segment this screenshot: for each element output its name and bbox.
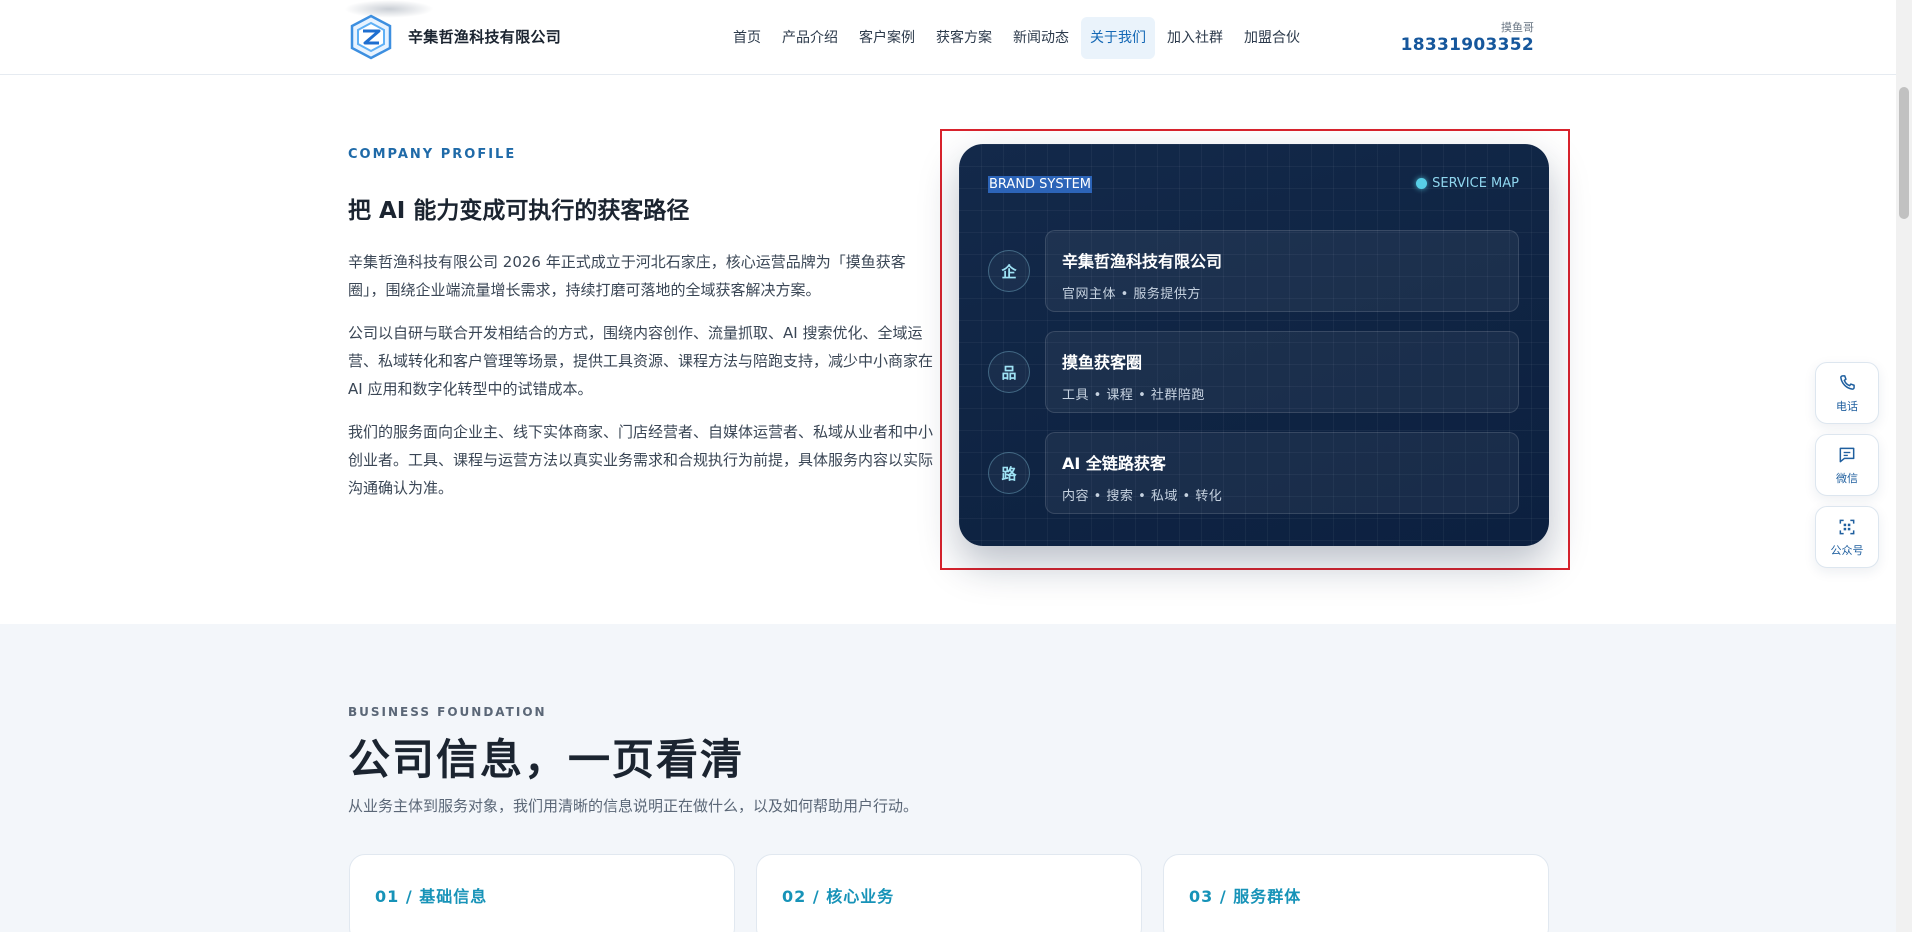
info-card-title: 03 / 服务群体 — [1189, 887, 1302, 906]
row-badge: 路 — [988, 452, 1030, 494]
info-card-audience[interactable]: 03 / 服务群体 — [1163, 854, 1549, 932]
brand-row-subtitle: 工具 • 课程 • 社群陪跑 — [1062, 388, 1205, 403]
brand-name[interactable]: 辛集哲渔科技有限公司 — [408, 26, 561, 47]
profile-eyebrow: COMPANY PROFILE — [348, 147, 517, 162]
nav-about[interactable]: 关于我们 — [1081, 17, 1155, 59]
official-account-float-button[interactable]: 公众号 — [1815, 506, 1879, 568]
nav-products[interactable]: 产品介绍 — [773, 17, 847, 59]
phone-label: 电话 — [1836, 399, 1858, 413]
contact-label: 摸鱼哥 — [1501, 21, 1534, 34]
company-logo-icon[interactable] — [348, 14, 394, 60]
contact-phone[interactable]: 18331903352 — [1401, 35, 1534, 55]
brand-row-title: 辛集哲渔科技有限公司 — [1062, 252, 1223, 271]
qr-scan-icon — [1839, 519, 1855, 534]
info-card-title: 02 / 核心业务 — [782, 887, 895, 906]
nav-cases[interactable]: 客户案例 — [850, 17, 924, 59]
nav-partner[interactable]: 加盟合伙 — [1235, 17, 1309, 59]
service-map-label: SERVICE MAP — [1416, 176, 1519, 191]
brand-row-subtitle: 官网主体 • 服务提供方 — [1062, 287, 1201, 302]
info-card-title: 01 / 基础信息 — [375, 887, 488, 906]
service-map-text: SERVICE MAP — [1432, 176, 1519, 191]
site-header: 辛集哲渔科技有限公司 首页 产品介绍 客户案例 获客方案 新闻动态 关于我们 加… — [0, 0, 1896, 75]
row-badge: 品 — [988, 351, 1030, 393]
foundation-eyebrow: BUSINESS FOUNDATION — [348, 705, 547, 719]
scrollbar-thumb[interactable] — [1899, 87, 1909, 219]
phone-float-button[interactable]: 电话 — [1815, 362, 1879, 424]
brand-row: 辛集哲渔科技有限公司 官网主体 • 服务提供方 — [1045, 230, 1519, 312]
brand-system-tag: BRAND SYSTEM — [988, 176, 1093, 193]
brand-row: 摸鱼获客圈 工具 • 课程 • 社群陪跑 — [1045, 331, 1519, 413]
profile-title: 把 AI 能力变成可执行的获客路径 — [348, 198, 690, 224]
brand-system-card: BRAND SYSTEM SERVICE MAP 企 辛集哲渔科技有限公司 官网… — [959, 144, 1549, 546]
profile-paragraph: 公司以自研与联合开发相结合的方式，围绕内容创作、流量抓取、AI 搜索优化、全域运… — [348, 324, 934, 398]
info-card-basic[interactable]: 01 / 基础信息 — [349, 854, 735, 932]
wechat-label: 微信 — [1836, 471, 1858, 485]
nav-community[interactable]: 加入社群 — [1158, 17, 1232, 59]
nav-news[interactable]: 新闻动态 — [1004, 17, 1078, 59]
profile-paragraph: 我们的服务面向企业主、线下实体商家、门店经营者、自媒体运营者、私域从业者和中小创… — [348, 423, 934, 497]
message-icon — [1839, 447, 1855, 462]
brand-row-subtitle: 内容 • 搜索 • 私域 • 转化 — [1062, 489, 1223, 504]
row-badge: 企 — [988, 250, 1030, 292]
profile-paragraph: 辛集哲渔科技有限公司 2026 年正式成立于河北石家庄，核心运营品牌为「摸鱼获客… — [348, 253, 906, 299]
phone-icon — [1840, 374, 1855, 390]
info-card-business[interactable]: 02 / 核心业务 — [756, 854, 1142, 932]
foundation-title: 公司信息，一页看清 — [348, 735, 745, 784]
foundation-description: 从业务主体到服务对象，我们用清晰的信息说明正在做什么，以及如何帮助用户行动。 — [348, 797, 919, 815]
brand-row: AI 全链路获客 内容 • 搜索 • 私域 • 转化 — [1045, 432, 1519, 514]
official-account-label: 公众号 — [1830, 543, 1864, 557]
main-nav: 首页 产品介绍 客户案例 获客方案 新闻动态 关于我们 加入社群 加盟合伙 — [724, 17, 1312, 59]
wechat-float-button[interactable]: 微信 — [1815, 434, 1879, 496]
status-dot-icon — [1416, 178, 1428, 189]
nav-solutions[interactable]: 获客方案 — [927, 17, 1001, 59]
brand-row-title: 摸鱼获客圈 — [1062, 353, 1143, 372]
brand-row-title: AI 全链路获客 — [1062, 454, 1166, 473]
nav-home[interactable]: 首页 — [724, 17, 770, 59]
